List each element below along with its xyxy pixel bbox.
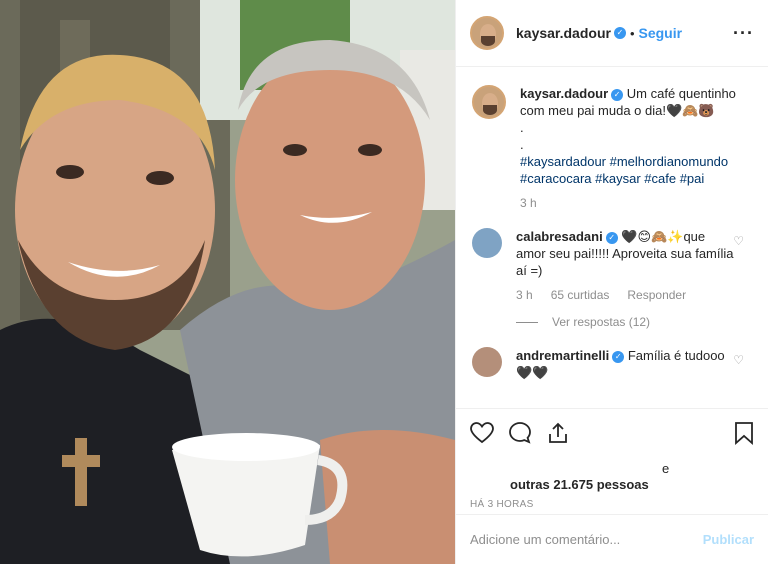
commenter-avatar[interactable] (472, 347, 502, 377)
verified-badge-icon: ✓ (611, 88, 624, 101)
publish-button[interactable]: Publicar (703, 532, 754, 547)
add-comment-bar: Adicione um comentário... Publicar (456, 514, 768, 564)
comment-item: calabresadani ✓ 🖤😊🙈✨que amor seu pai!!!!!… (472, 228, 752, 331)
verified-badge-icon: ✓ (613, 27, 626, 39)
author-avatar[interactable] (470, 16, 504, 50)
caption-dot-2: . (520, 137, 524, 152)
commenter-username[interactable]: andremartinelli (516, 348, 609, 363)
caption-hashtags-1[interactable]: #kaysardadour #melhordianomundo (520, 153, 740, 170)
author-username[interactable]: kaysar.dadour (516, 25, 611, 41)
comment-input[interactable]: Adicione um comentário... (470, 532, 620, 547)
view-replies-button[interactable]: Ver respostas (12) (516, 314, 736, 331)
replies-divider (516, 322, 538, 323)
comment-like-heart-icon[interactable]: ♡ (733, 234, 744, 248)
caption: kaysar.dadour ✓ Um café quentinho com meu… (472, 85, 752, 212)
likes-others-link[interactable]: outras 21.675 pessoas (510, 477, 649, 492)
verified-badge-icon: ✓ (605, 231, 618, 244)
caption-hashtags-2[interactable]: #caracocara #kaysar #cafe #pai (520, 170, 740, 187)
comment-time[interactable]: 3 h (516, 287, 533, 304)
post-timestamp[interactable]: HÁ 3 HORAS (470, 499, 754, 510)
comment-like-heart-icon[interactable]: ♡ (733, 353, 744, 367)
post-header: kaysar.dadour ✓ • Seguir ··· (456, 0, 768, 67)
likes-connector: e (662, 461, 670, 476)
comment-likes[interactable]: 65 curtidas (551, 287, 610, 304)
caption-avatar[interactable] (472, 85, 506, 119)
post-details-panel: kaysar.dadour ✓ • Seguir ··· kaysar.dado… (455, 0, 768, 564)
commenter-avatar[interactable] (472, 228, 502, 258)
view-replies-label: Ver respostas (12) (552, 315, 651, 329)
caption-username[interactable]: kaysar.dadour (520, 86, 608, 101)
comment-icon[interactable] (508, 421, 532, 445)
post-photo[interactable] (0, 0, 455, 564)
comment-item: andremartinelli ✓ Família é tudooo 🖤🖤 ♡ (472, 347, 752, 381)
like-heart-icon[interactable] (470, 422, 494, 444)
verified-badge-icon: ✓ (612, 350, 625, 363)
separator-dot: • (629, 25, 635, 41)
selfie-image (0, 0, 455, 564)
share-icon[interactable] (546, 421, 570, 445)
caption-dot-1: . (520, 120, 524, 135)
post-actions: e outras 21.675 pessoas HÁ 3 HORAS (456, 408, 768, 510)
save-bookmark-icon[interactable] (734, 421, 754, 445)
commenter-username[interactable]: calabresadani (516, 229, 603, 244)
likes-summary: e outras 21.675 pessoas (470, 455, 754, 492)
comments-list: kaysar.dadour ✓ Um café quentinho com meu… (456, 67, 768, 407)
follow-button[interactable]: Seguir (639, 25, 683, 41)
caption-time[interactable]: 3 h (520, 195, 537, 212)
reply-button[interactable]: Responder (627, 287, 686, 304)
more-icon[interactable]: ··· (733, 23, 754, 44)
